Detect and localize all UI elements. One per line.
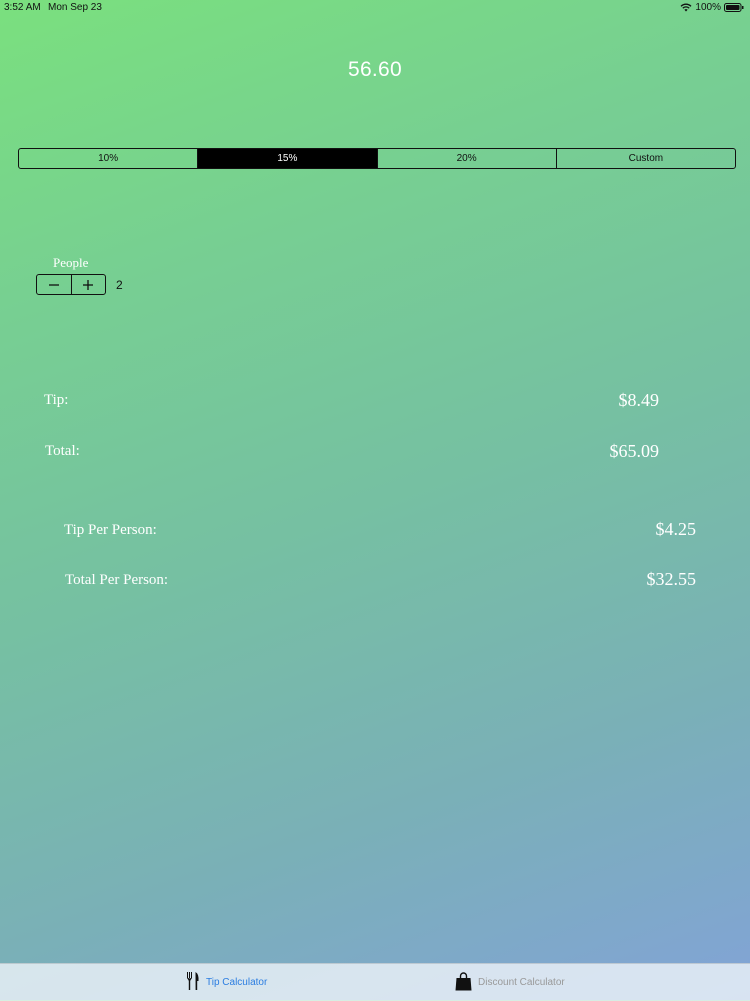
battery-icon (724, 3, 744, 12)
status-time: 3:52 AM (4, 2, 41, 13)
total-value: $65.09 (609, 441, 660, 461)
tip-option-20[interactable]: 20% (378, 149, 557, 168)
tab-discount-calculator[interactable]: Discount Calculator (455, 964, 565, 1001)
increment-people-button[interactable] (70, 275, 106, 294)
tip-label: Tip: (44, 392, 69, 408)
people-stepper (36, 274, 106, 295)
tip-value: $8.49 (618, 390, 660, 410)
total-label: Total: (45, 443, 80, 459)
people-label: People (53, 255, 89, 270)
tab-bar: Tip Calculator Discount Calculator (0, 963, 750, 1001)
tip-option-15[interactable]: 15% (198, 149, 378, 168)
people-count: 2 (116, 278, 123, 292)
minus-icon (48, 283, 59, 286)
fork-knife-icon (186, 971, 200, 994)
tip-per-person-value: $4.25 (655, 519, 697, 539)
tab-tip-calculator[interactable]: Tip Calculator (186, 964, 267, 1001)
bill-amount-field[interactable]: 56.60 (0, 58, 750, 82)
total-per-person-value: $32.55 (646, 569, 697, 589)
status-indicators: 100% (680, 2, 744, 13)
tab-tip-calculator-label: Tip Calculator (206, 977, 268, 988)
wifi-icon (680, 3, 692, 12)
battery-percent: 100% (695, 2, 721, 13)
total-per-person-label: Total Per Person: (65, 572, 169, 588)
shopping-bag-icon (455, 971, 472, 994)
tip-option-custom[interactable]: Custom (557, 149, 735, 168)
status-bar: 3:52 AM Mon Sep 23 100% (0, 0, 750, 16)
tip-percentage-segmented-control: 10% 15% 20% Custom (18, 148, 736, 169)
decrement-people-button[interactable] (37, 275, 71, 294)
tip-per-person-label: Tip Per Person: (64, 522, 157, 538)
status-date: Mon Sep 23 (48, 2, 102, 13)
tip-option-10[interactable]: 10% (19, 149, 199, 168)
tab-discount-calculator-label: Discount Calculator (478, 977, 565, 988)
plus-icon (83, 279, 94, 290)
